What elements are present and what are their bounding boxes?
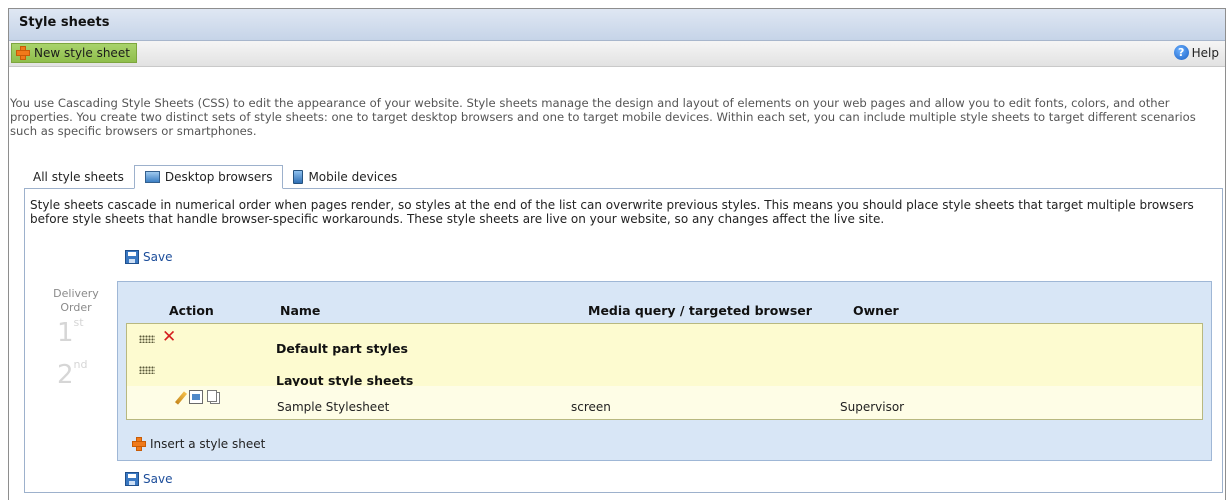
copy-icon[interactable] [207, 390, 217, 402]
toolbar: New style sheet ? Help [9, 41, 1225, 67]
save-label: Save [143, 250, 173, 264]
tab-all-style-sheets[interactable]: All style sheets [23, 165, 134, 189]
help-link[interactable]: ? Help [1173, 45, 1219, 60]
style-sheets-window: Style sheets New style sheet ? Help You … [8, 8, 1226, 500]
intro-text: You use Cascading Style Sheets (CSS) to … [10, 96, 1196, 138]
stylesheet-owner: Supervisor [840, 400, 905, 414]
insert-label: Insert a style sheet [150, 437, 266, 451]
stylesheet-media: screen [571, 400, 611, 414]
column-header-name: Name [280, 303, 321, 318]
save-icon [125, 472, 139, 486]
tab-desktop-browsers[interactable]: Desktop browsers [133, 165, 284, 189]
phone-icon [293, 170, 304, 184]
style-sheets-table: Action Name Media query / targeted brows… [117, 281, 1212, 461]
save-label: Save [143, 472, 173, 486]
order-number-2: 2nd [57, 358, 88, 390]
table-row: ✕ Default part styles [127, 324, 1202, 356]
table-row: Layout style sheets [127, 356, 1202, 388]
desktop-browsers-panel: Style sheets cascade in numerical order … [24, 188, 1223, 493]
insert-style-sheet-link[interactable]: Insert a style sheet [132, 437, 265, 451]
list-item: Sample Stylesheet screen Supervisor [127, 386, 1202, 419]
tab-mobile-devices[interactable]: Mobile devices [283, 165, 407, 189]
monitor-icon [144, 171, 160, 183]
page-title: Style sheets [9, 9, 1225, 41]
delete-icon[interactable]: ✕ [162, 329, 176, 346]
drag-handle-icon[interactable] [139, 335, 155, 343]
stylesheet-name-link[interactable]: Sample Stylesheet [277, 400, 389, 414]
save-icon [125, 250, 139, 264]
pencil-icon[interactable] [174, 391, 188, 405]
new-style-sheet-label: New style sheet [34, 46, 130, 60]
new-style-sheet-button[interactable]: New style sheet [11, 43, 137, 63]
row-title: Default part styles [276, 341, 408, 356]
plus-icon [16, 46, 30, 60]
save-button-bottom[interactable]: Save [125, 472, 172, 486]
plus-icon [132, 437, 146, 451]
save-button-top[interactable]: Save [125, 250, 172, 264]
column-header-action: Action [169, 303, 214, 318]
drag-handle-icon[interactable] [139, 366, 155, 374]
style-sheet-rows: ✕ Default part styles Layout style sheet… [126, 323, 1203, 420]
column-header-owner: Owner [853, 303, 899, 318]
panel-description: Style sheets cascade in numerical order … [30, 198, 1194, 226]
help-label: Help [1191, 45, 1219, 60]
order-number-1: 1st [57, 316, 84, 348]
tab-bar: All style sheets Desktop browsers Mobile… [23, 165, 407, 189]
tab-label: Mobile devices [308, 170, 398, 184]
properties-icon[interactable] [189, 390, 203, 404]
tab-label: Desktop browsers [164, 170, 273, 184]
tab-label: All style sheets [33, 170, 124, 184]
delivery-order-label: Delivery Order [53, 287, 99, 314]
column-header-media: Media query / targeted browser [588, 303, 812, 318]
help-icon: ? [1173, 45, 1189, 60]
